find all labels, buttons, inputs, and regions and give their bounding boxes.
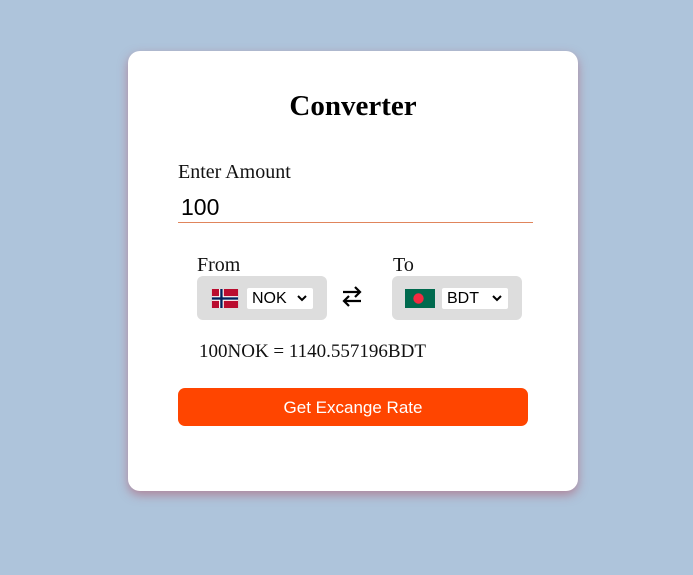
from-currency-value: NOK	[252, 290, 287, 307]
chevron-down-icon	[492, 295, 502, 302]
bangladesh-flag-icon	[405, 289, 435, 308]
chevron-down-icon	[297, 295, 307, 302]
get-exchange-rate-button[interactable]: Get Excange Rate	[178, 388, 528, 426]
page-title: Converter	[289, 90, 417, 122]
swap-arrows-icon[interactable]	[341, 284, 363, 308]
from-currency-container: NOK	[197, 276, 327, 320]
to-label: To	[393, 254, 414, 276]
norway-flag-icon	[211, 289, 239, 308]
to-currency-select[interactable]: BDT	[442, 288, 508, 309]
from-label: From	[197, 254, 241, 276]
converter-card: Converter Enter Amount From To NOK	[128, 51, 578, 491]
amount-label: Enter Amount	[178, 161, 291, 183]
amount-input[interactable]	[178, 193, 533, 223]
conversion-result: 100NOK = 1140.557196BDT	[199, 341, 426, 362]
to-currency-container: BDT	[392, 276, 522, 320]
from-currency-select[interactable]: NOK	[247, 288, 313, 309]
to-currency-value: BDT	[447, 290, 479, 307]
